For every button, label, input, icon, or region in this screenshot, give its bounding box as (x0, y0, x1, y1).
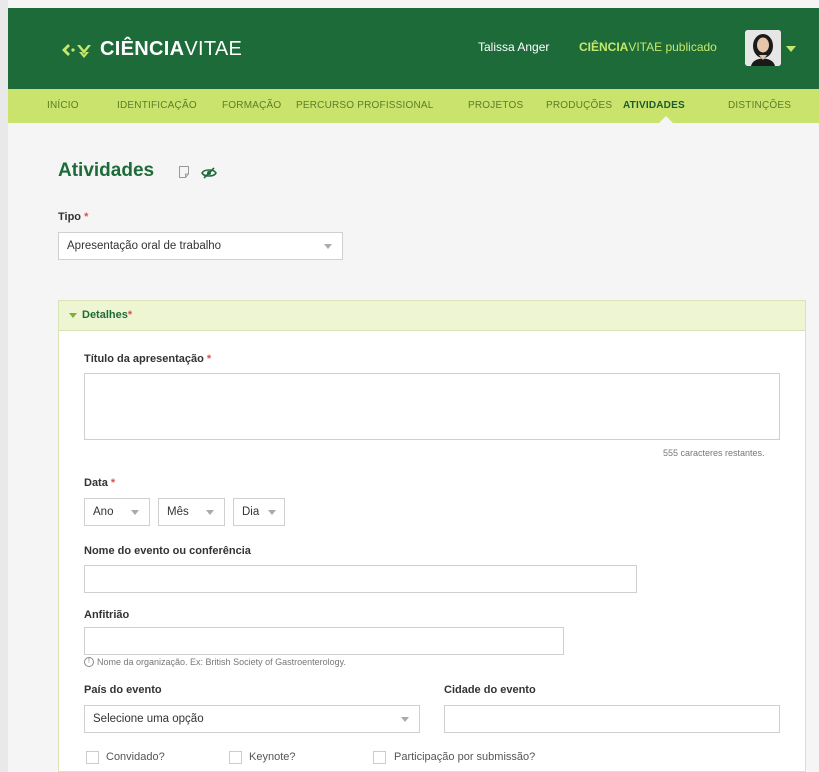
tipo-select-value: Apresentação oral de trabalho (67, 240, 222, 252)
published-rest: VITAE publicado (628, 40, 717, 54)
required-mark: * (110, 477, 116, 489)
evento-label: Nome do evento ou conferência (84, 545, 251, 557)
required-mark: * (127, 309, 133, 321)
cidade-label: Cidade do evento (444, 684, 536, 696)
chevron-down-icon (131, 510, 139, 515)
year-select-value: Ano (93, 506, 114, 518)
logo-text-bold: CIÊNCIA (100, 38, 185, 60)
nav-item-producoes[interactable]: PRODUÇÕES (546, 100, 612, 111)
titulo-textarea[interactable] (84, 373, 780, 440)
pais-select[interactable]: Selecione uma opção (84, 705, 420, 733)
anfitriao-hint: ! Nome da organização. Ex: British Socie… (84, 657, 346, 667)
info-icon: ! (84, 657, 94, 667)
details-panel (58, 300, 806, 772)
titulo-label: Título da apresentação * (84, 353, 211, 365)
submissao-label[interactable]: Participação por submissão? (394, 751, 535, 763)
collapse-caret-icon[interactable] (69, 313, 77, 318)
evento-input[interactable] (84, 565, 637, 593)
avatar[interactable] (745, 30, 781, 66)
nav-item-distincoes[interactable]: DISTINÇÕES (728, 100, 791, 111)
chevron-down-icon (206, 510, 214, 515)
convidado-label[interactable]: Convidado? (106, 751, 165, 763)
details-title-text: Detalhes (82, 309, 128, 321)
page: CIÊNCIA VITAE Talissa Anger CIÊNCIAVITAE … (0, 0, 819, 772)
anfitriao-hint-text: Nome da organização. Ex: British Society… (97, 657, 346, 667)
day-select-value: Dia (242, 506, 260, 518)
required-mark: * (206, 353, 212, 365)
left-strip (0, 0, 8, 772)
day-select[interactable]: Dia (233, 498, 285, 526)
user-name[interactable]: Talissa Anger (478, 40, 549, 54)
details-panel-header[interactable] (58, 300, 806, 331)
chevron-down-icon (401, 717, 409, 722)
nav-item-formacao[interactable]: FORMAÇÃO (222, 100, 281, 111)
main-nav: INÍCIO IDENTIFICAÇÃO FORMAÇÃO PERCURSO P… (8, 89, 819, 123)
data-label-text: Data (84, 477, 108, 489)
submissao-checkbox[interactable] (373, 751, 386, 764)
document-icon[interactable] (178, 165, 190, 184)
pais-select-value: Selecione uma opção (93, 713, 204, 725)
chevron-down-icon (268, 510, 276, 515)
keynote-checkbox[interactable] (229, 751, 242, 764)
avatar-menu-caret-icon[interactable] (786, 46, 796, 52)
anfitriao-input[interactable] (84, 627, 564, 655)
cidade-input[interactable] (444, 705, 780, 733)
tipo-label-text: Tipo (58, 211, 82, 223)
convidado-checkbox[interactable] (86, 751, 99, 764)
active-nav-pointer (659, 116, 673, 123)
year-select[interactable]: Ano (84, 498, 150, 526)
nav-item-projetos[interactable]: PROJETOS (468, 100, 523, 111)
app-header: CIÊNCIA VITAE Talissa Anger CIÊNCIAVITAE … (8, 8, 819, 89)
month-select[interactable]: Mês (158, 498, 225, 526)
details-title[interactable]: Detalhes* (82, 309, 132, 321)
nav-item-inicio[interactable]: INÍCIO (47, 100, 79, 111)
chevron-down-icon (324, 244, 332, 249)
logo[interactable]: CIÊNCIA VITAE (60, 38, 242, 61)
page-title: Atividades (58, 160, 155, 181)
visibility-off-icon[interactable] (201, 166, 217, 184)
titulo-label-text: Título da apresentação (84, 353, 204, 365)
logo-mark-icon (60, 41, 94, 59)
published-link[interactable]: CIÊNCIAVITAE publicado (579, 40, 717, 54)
required-mark: * (84, 211, 89, 223)
anfitriao-label: Anfitrião (84, 609, 130, 621)
data-label: Data * (84, 477, 115, 489)
logo-text-light: VITAE (184, 38, 243, 60)
chars-remaining: 555 caracteres restantes. (663, 448, 765, 458)
month-select-value: Mês (167, 506, 189, 518)
pais-label: País do evento (84, 684, 162, 696)
tipo-label: Tipo * (58, 211, 88, 223)
nav-item-atividades[interactable]: ATIVIDADES (623, 100, 685, 111)
published-bold: CIÊNCIA (579, 40, 629, 54)
nav-item-percurso-profissional[interactable]: PERCURSO PROFISSIONAL (296, 100, 434, 111)
keynote-label[interactable]: Keynote? (249, 751, 295, 763)
tipo-select[interactable]: Apresentação oral de trabalho (58, 232, 343, 260)
nav-item-identificacao[interactable]: IDENTIFICAÇÃO (117, 100, 197, 111)
